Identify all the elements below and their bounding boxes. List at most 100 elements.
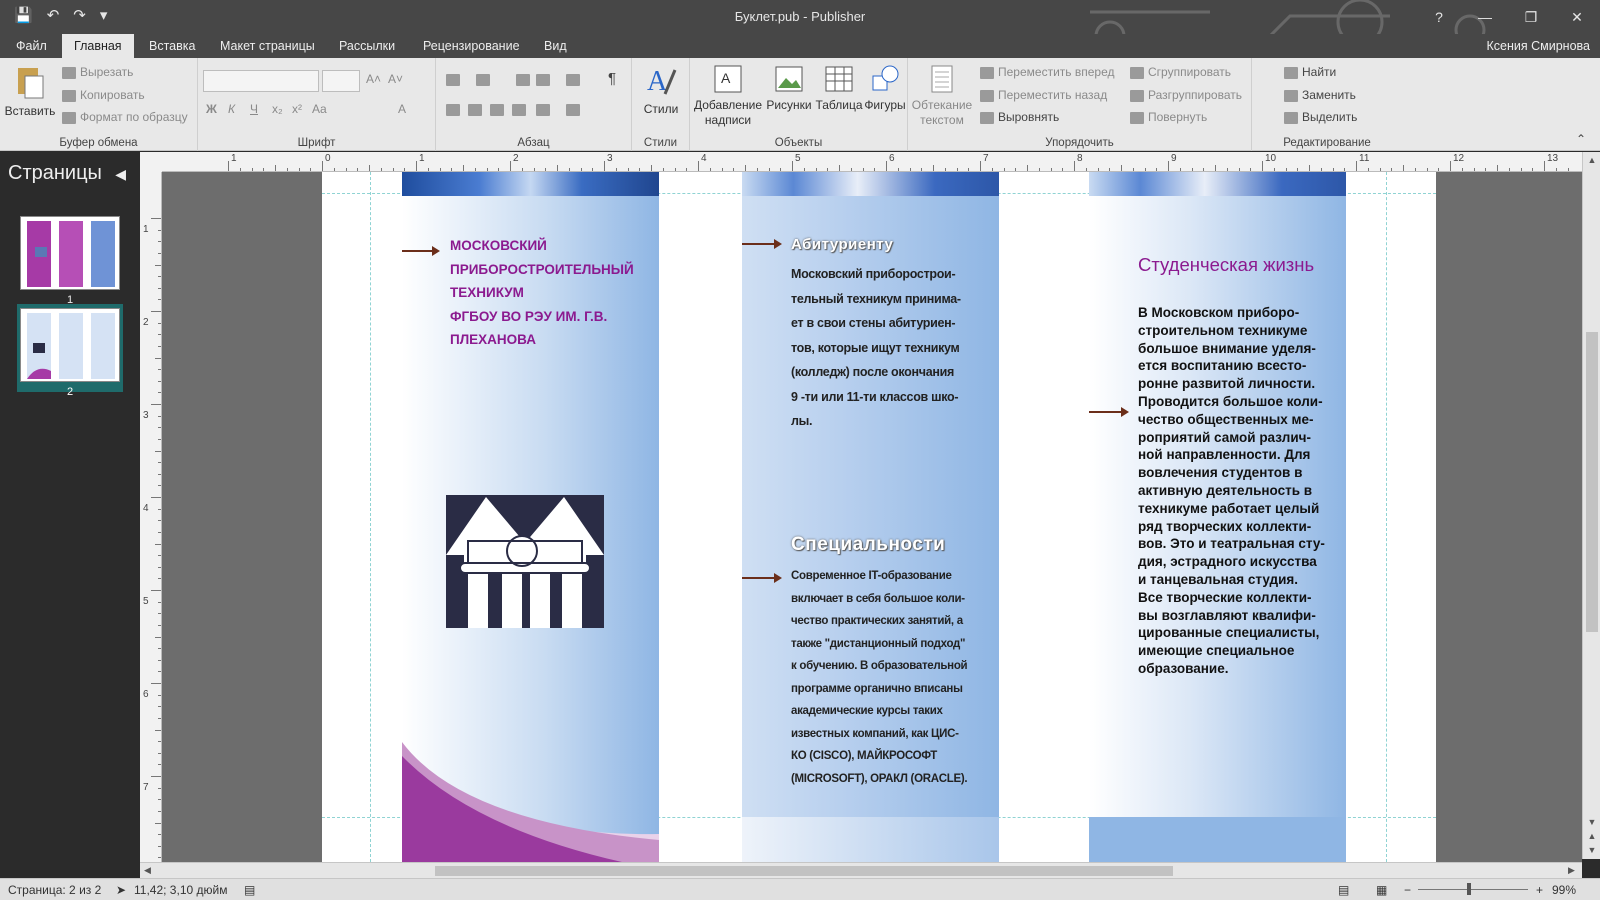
ruler-tick <box>158 787 161 789</box>
bullets-icon[interactable] <box>446 74 460 86</box>
horizontal-ruler[interactable]: 1 0 1 2 3 4 5 6 7 8 9 10 11 12 13 <box>162 152 1582 172</box>
paste-button[interactable]: Вставить <box>4 64 56 119</box>
close-icon[interactable]: ✕ <box>1554 0 1600 34</box>
tab-insert[interactable]: Вставка <box>137 34 207 58</box>
zoom-slider[interactable] <box>1418 889 1528 890</box>
user-name[interactable]: Ксения Смирнова <box>1487 39 1590 53</box>
copy-button[interactable]: Копировать <box>62 88 145 102</box>
specialties-heading[interactable]: Специальности <box>791 534 945 556</box>
help-button[interactable]: ? <box>1416 0 1462 34</box>
ruler-tick <box>1038 168 1040 171</box>
select-button[interactable]: Выделить <box>1284 110 1357 124</box>
column-3: Студенческая жизнь В Московском приборо-… <box>1089 172 1346 862</box>
institution-title[interactable]: МОСКОВСКИЙ ПРИБОРОСТРОИТЕЛЬНЫЙ ТЕХНИКУМ … <box>450 234 640 352</box>
minimize-icon[interactable]: — <box>1462 0 1508 34</box>
scroll-down-icon[interactable]: ▼ <box>1586 816 1598 828</box>
format-painter-button[interactable]: Формат по образцу <box>62 110 188 124</box>
zoom-slider-thumb[interactable] <box>1467 883 1471 895</box>
ruler-label: 0 <box>325 153 331 164</box>
tab-page-layout[interactable]: Макет страницы <box>208 34 327 58</box>
change-case-button[interactable]: Aa <box>312 102 327 116</box>
two-page-view-icon[interactable]: ▦ <box>1376 883 1387 897</box>
scroll-left-icon[interactable]: ◀ <box>144 865 151 876</box>
font-color-button[interactable]: A <box>398 102 406 116</box>
student-life-text[interactable]: В Московском приборо- строительном техни… <box>1138 304 1330 678</box>
page-indicator[interactable]: Страница: 2 из 2 <box>8 883 101 897</box>
rotate-icon <box>1130 111 1144 124</box>
zoom-out-button[interactable]: − <box>1404 883 1411 897</box>
font-name-combobox[interactable] <box>203 70 319 92</box>
restore-icon[interactable]: ❐ <box>1508 0 1554 34</box>
applicant-heading[interactable]: Абитуриенту <box>791 236 893 253</box>
ruler-tick <box>1109 168 1111 171</box>
zoom-in-button[interactable]: + <box>1536 883 1543 897</box>
publisher-window: 💾 ↶ ↷ ▾ Буклет.pub - Publisher ? — ❐ ✕ Ф… <box>0 0 1600 900</box>
horizontal-scroll-thumb[interactable] <box>435 866 1173 876</box>
replace-button[interactable]: Заменить <box>1284 88 1356 102</box>
align-left-icon[interactable] <box>446 104 460 116</box>
ruler-tick <box>310 168 312 171</box>
ruler-tick <box>1027 165 1028 171</box>
collapse-pages-icon[interactable]: ◀ <box>115 166 126 183</box>
student-life-heading[interactable]: Студенческая жизнь <box>1138 254 1314 276</box>
align-center-icon[interactable] <box>468 104 482 116</box>
paragraph-spacing-icon[interactable] <box>566 104 580 116</box>
align-button[interactable]: Выровнять <box>980 110 1059 124</box>
increase-indent-icon[interactable] <box>536 74 550 86</box>
bring-forward-button[interactable]: Переместить вперед <box>980 65 1114 79</box>
rotate-button[interactable]: Повернуть <box>1130 110 1207 124</box>
bold-button[interactable]: Ж <box>206 102 217 116</box>
vertical-scrollbar[interactable]: ▲ ▼ ▲ ▼ <box>1582 152 1600 859</box>
scroll-right-icon[interactable]: ▶ <box>1568 865 1575 876</box>
specialties-text[interactable]: Современное IT-образование включает в се… <box>791 565 979 790</box>
college-logo[interactable] <box>446 495 604 628</box>
decrease-indent-icon[interactable] <box>516 74 530 86</box>
shrink-font-button[interactable]: A˅ <box>388 72 403 86</box>
table-button[interactable]: Таблица <box>814 64 864 113</box>
find-button[interactable]: Найти <box>1284 65 1336 79</box>
ruler-tick <box>933 165 934 171</box>
grow-font-button[interactable]: A˄ <box>366 72 381 86</box>
line-spacing-icon[interactable] <box>536 104 550 116</box>
align-right-icon[interactable] <box>490 104 504 116</box>
vertical-scroll-thumb[interactable] <box>1586 332 1598 632</box>
page-thumbnail-1[interactable] <box>20 216 120 290</box>
numbering-icon[interactable] <box>476 74 490 86</box>
shapes-button[interactable]: Фигуры <box>860 64 910 113</box>
ungroup-button[interactable]: Разгруппировать <box>1130 88 1242 102</box>
next-page-icon[interactable]: ▼ <box>1586 844 1598 856</box>
previous-page-icon[interactable]: ▲ <box>1586 830 1598 842</box>
horizontal-scrollbar[interactable]: ◀ ▶ <box>140 862 1582 878</box>
collapse-ribbon-icon[interactable]: ⌃ <box>1576 132 1586 146</box>
tab-view[interactable]: Вид <box>532 34 579 58</box>
pictures-button[interactable]: Рисунки <box>764 64 814 113</box>
wrap-text-button[interactable]: Обтекание текстом <box>910 64 974 128</box>
styles-button[interactable]: A Стили <box>634 64 688 117</box>
tab-home[interactable]: Главная <box>62 34 134 58</box>
tab-file[interactable]: Файл <box>4 34 59 58</box>
tab-mailings[interactable]: Рассылки <box>327 34 407 58</box>
font-size-combobox[interactable] <box>322 70 360 92</box>
text-line: Современное IT-образование <box>791 570 952 582</box>
tab-review[interactable]: Рецензирование <box>411 34 532 58</box>
applicant-text[interactable]: Московский приборострои- тельный технику… <box>791 262 976 434</box>
show-marks-button[interactable]: ¶ <box>608 70 616 87</box>
scroll-up-icon[interactable]: ▲ <box>1586 154 1598 166</box>
italic-button[interactable]: К <box>228 102 235 116</box>
add-textbox-button[interactable]: A Добавление надписи <box>692 64 764 128</box>
send-backward-button[interactable]: Переместить назад <box>980 88 1107 102</box>
brush-icon <box>62 111 76 124</box>
subscript-button[interactable]: x₂ <box>272 102 283 116</box>
justify-icon[interactable] <box>512 104 526 116</box>
vertical-ruler[interactable]: 1 2 3 4 5 6 7 <box>140 172 162 862</box>
page-thumbnail-2[interactable] <box>20 308 120 382</box>
columns-icon[interactable] <box>566 74 580 86</box>
single-page-view-icon[interactable]: ▤ <box>1338 883 1349 897</box>
zoom-level[interactable]: 99% <box>1552 883 1576 897</box>
underline-button[interactable]: Ч <box>250 102 258 116</box>
superscript-button[interactable]: x² <box>292 102 302 116</box>
cut-button[interactable]: Вырезать <box>62 65 133 79</box>
group-button[interactable]: Сгруппировать <box>1130 65 1231 79</box>
text-line: академические курсы таких <box>791 705 943 717</box>
ruler-tick <box>416 161 417 171</box>
